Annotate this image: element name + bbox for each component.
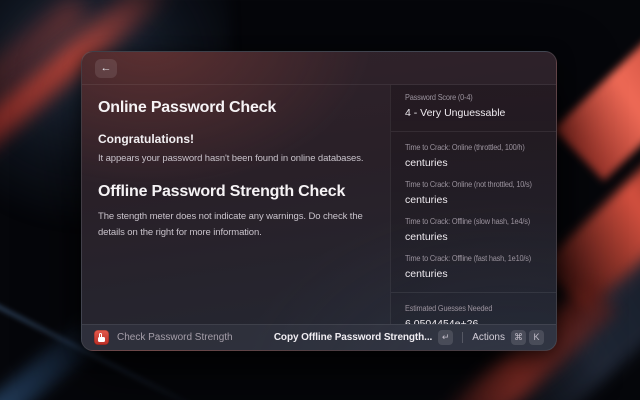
wallpaper-red-ribbon xyxy=(554,11,640,181)
primary-action-button[interactable]: Copy Offline Password Strength... xyxy=(274,332,432,343)
crack-time-item: Time to Crack: Online (throttled, 100/h)… xyxy=(405,143,550,169)
desktop: ← Online Password Check Congratulations!… xyxy=(0,0,640,400)
command-key-icon[interactable]: ⌘ xyxy=(511,330,526,345)
crack-time-label: Time to Crack: Online (not throttled, 10… xyxy=(405,180,538,189)
sidebar-divider xyxy=(391,131,556,132)
window-header: ← xyxy=(82,52,556,85)
extension-name: Check Password Strength xyxy=(117,332,233,343)
actions-shortcut: ⌘ K xyxy=(511,330,544,345)
footer-divider xyxy=(462,332,463,343)
lock-icon xyxy=(94,330,109,345)
crack-time-label: Time to Crack: Offline (fast hash, 1e10/… xyxy=(405,254,538,263)
main-content: Online Password Check Congratulations! I… xyxy=(82,85,390,324)
crack-time-value: centuries xyxy=(405,157,550,169)
crack-time-label: Time to Crack: Online (throttled, 100/h) xyxy=(405,143,538,152)
crack-time-item: Time to Crack: Online (not throttled, 10… xyxy=(405,180,550,206)
return-key-icon[interactable]: ↵ xyxy=(438,330,453,345)
padlock-glyph xyxy=(98,337,105,342)
online-check-heading: Online Password Check xyxy=(98,99,374,117)
back-button[interactable]: ← xyxy=(95,59,117,78)
raycast-window: ← Online Password Check Congratulations!… xyxy=(81,51,557,351)
metadata-sidebar: Password Score (0-4) 4 - Very Unguessabl… xyxy=(390,85,556,324)
window-body: Online Password Check Congratulations! I… xyxy=(82,85,556,324)
guesses-needed-item: Estimated Guesses Needed 6.0504454e+26 xyxy=(405,304,550,324)
password-score-value: 4 - Very Unguessable xyxy=(405,107,550,119)
crack-time-item: Time to Crack: Offline (fast hash, 1e10/… xyxy=(405,254,550,280)
password-score-label: Password Score (0-4) xyxy=(405,93,538,102)
crack-time-value: centuries xyxy=(405,268,550,280)
password-score-item: Password Score (0-4) 4 - Very Unguessabl… xyxy=(405,93,550,119)
crack-time-item: Time to Crack: Offline (slow hash, 1e4/s… xyxy=(405,217,550,243)
sidebar-divider xyxy=(391,292,556,293)
online-check-body: It appears your password hasn't been fou… xyxy=(98,153,374,164)
guesses-needed-label: Estimated Guesses Needed xyxy=(405,304,538,313)
congratulations-heading: Congratulations! xyxy=(98,132,374,146)
offline-check-heading: Offline Password Strength Check xyxy=(98,183,374,201)
k-key-icon[interactable]: K xyxy=(529,330,544,345)
wallpaper-red-streak xyxy=(0,0,88,182)
crack-time-value: centuries xyxy=(405,194,550,206)
back-arrow-icon: ← xyxy=(101,63,112,74)
crack-time-value: centuries xyxy=(405,231,550,243)
actions-menu-button[interactable]: Actions xyxy=(472,332,505,343)
action-bar: Check Password Strength Copy Offline Pas… xyxy=(82,324,556,350)
footer-actions: Copy Offline Password Strength... ↵ Acti… xyxy=(274,330,544,345)
offline-check-body: The stength meter does not indicate any … xyxy=(98,209,390,241)
crack-time-label: Time to Crack: Offline (slow hash, 1e4/s… xyxy=(405,217,538,226)
